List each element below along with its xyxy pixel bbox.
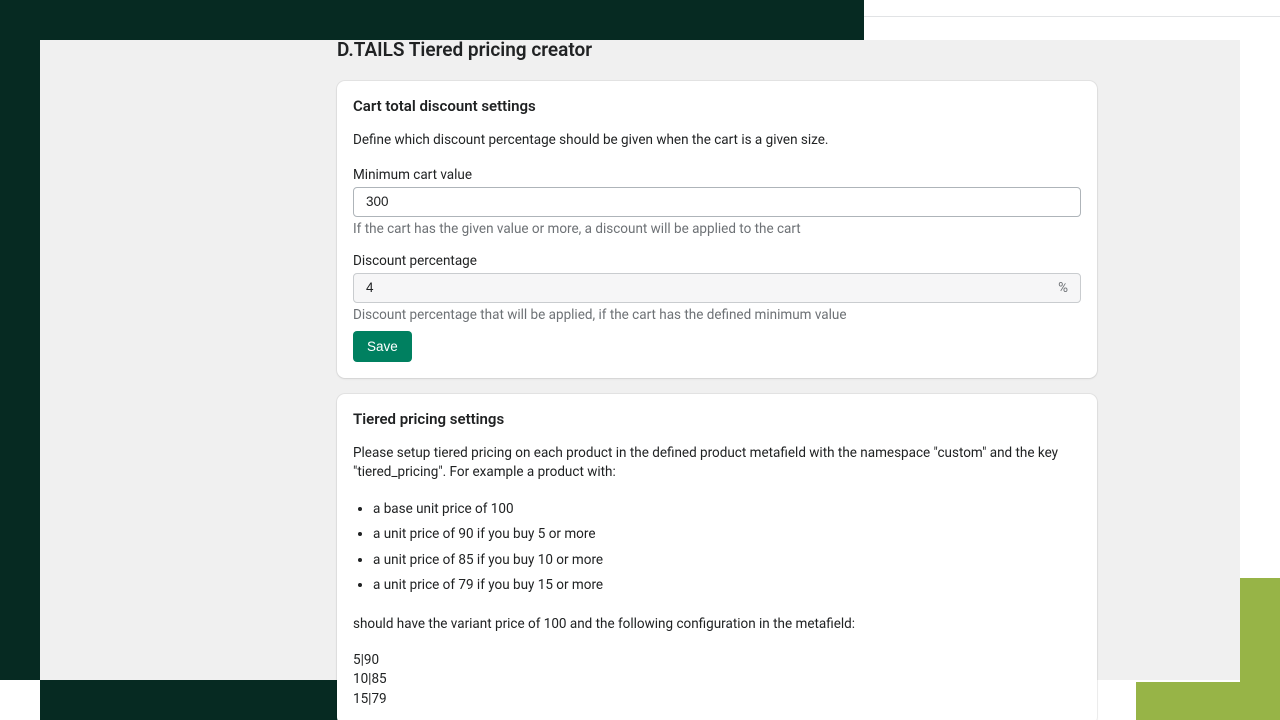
config-line: 5|90 xyxy=(353,651,1081,671)
min-cart-value-label: Minimum cart value xyxy=(353,167,1081,183)
cart-discount-card: Cart total discount settings Define whic… xyxy=(337,81,1097,378)
decor-topbar-line xyxy=(864,16,1280,17)
page-title: D.TAILS Tiered pricing creator xyxy=(337,38,1097,61)
tiered-card-intro: Please setup tiered pricing on each prod… xyxy=(353,444,1081,483)
discount-percentage-group: Discount percentage % Discount percentag… xyxy=(353,253,1081,323)
save-button[interactable]: Save xyxy=(353,331,412,362)
list-item: a unit price of 79 if you buy 15 or more xyxy=(373,575,1081,597)
decor-dark-top xyxy=(0,0,864,40)
tiered-card-title: Tiered pricing settings xyxy=(353,410,1081,428)
discount-percentage-help: Discount percentage that will be applied… xyxy=(353,307,1081,323)
list-item: a unit price of 85 if you buy 10 or more xyxy=(373,550,1081,572)
min-cart-value-group: Minimum cart value If the cart has the g… xyxy=(353,167,1081,237)
tiered-card-outro: should have the variant price of 100 and… xyxy=(353,615,1081,635)
decor-green-1 xyxy=(1240,578,1280,682)
min-cart-value-input-wrap[interactable] xyxy=(353,187,1081,217)
cart-card-title: Cart total discount settings xyxy=(353,97,1081,115)
list-item: a unit price of 90 if you buy 5 or more xyxy=(373,524,1081,546)
discount-percentage-suffix: % xyxy=(1058,280,1080,296)
tiered-bullet-list: a base unit price of 100 a unit price of… xyxy=(353,499,1081,597)
main-content: D.TAILS Tiered pricing creator Cart tota… xyxy=(337,36,1097,720)
config-line: 15|79 xyxy=(353,690,1081,710)
list-item: a base unit price of 100 xyxy=(373,499,1081,521)
config-line: 10|85 xyxy=(353,670,1081,690)
discount-percentage-input[interactable] xyxy=(354,274,1058,302)
decor-dark-left xyxy=(0,40,40,680)
min-cart-value-help: If the cart has the given value or more,… xyxy=(353,221,1081,237)
discount-percentage-input-wrap[interactable]: % xyxy=(353,273,1081,303)
tiered-config-lines: 5|90 10|85 15|79 xyxy=(353,651,1081,710)
min-cart-value-input[interactable] xyxy=(354,188,1080,216)
discount-percentage-label: Discount percentage xyxy=(353,253,1081,269)
tiered-pricing-card: Tiered pricing settings Please setup tie… xyxy=(337,394,1097,720)
cart-card-desc: Define which discount percentage should … xyxy=(353,131,1081,151)
decor-green-2 xyxy=(1136,682,1280,720)
